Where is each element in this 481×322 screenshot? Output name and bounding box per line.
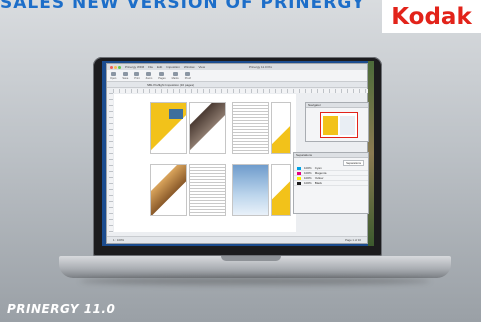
toolbar: Open Save Print Zoom Pages Marks Proof	[107, 70, 367, 82]
imposed-page[interactable]	[271, 102, 291, 154]
separation-name: Yellow	[314, 176, 324, 180]
thumb-page-right	[340, 116, 355, 135]
kodak-logo: Kodak	[382, 0, 481, 33]
toolbar-button[interactable]: Open	[110, 72, 116, 80]
prinergy-window[interactable]: Prinergy WFM File Edit Imposition Window…	[106, 63, 369, 244]
toolbar-button[interactable]: Marks	[172, 72, 179, 80]
document-tab-label: SBL Preflight Imposition (16 pages)	[147, 82, 195, 87]
laptop-shadow	[80, 277, 430, 285]
separation-row[interactable]: 100% Black	[294, 181, 368, 186]
imposition-canvas[interactable]	[114, 94, 296, 232]
separation-name: Magenta	[314, 171, 327, 175]
document-tab[interactable]: SBL Preflight Imposition (16 pages)	[107, 82, 367, 88]
print-icon	[134, 72, 140, 76]
menu-item[interactable]: Edit	[157, 65, 162, 69]
proof-icon	[185, 72, 191, 76]
imposed-page[interactable]	[232, 102, 269, 154]
separation-name: Cyan	[314, 166, 322, 170]
imposed-page[interactable]	[150, 102, 187, 154]
product-caption: PRINERGY 11.0	[7, 302, 116, 316]
navigator-panel-header[interactable]: Navigator	[306, 103, 368, 108]
open-icon	[110, 72, 116, 76]
close-icon[interactable]	[110, 65, 113, 69]
menu-bar: Prinergy WFM File Edit Imposition Window…	[125, 65, 205, 69]
imposed-page[interactable]	[271, 164, 291, 216]
toolbar-button[interactable]: Print	[134, 72, 140, 80]
separations-panel[interactable]: Separations Separations 100% Cyan 100% M…	[293, 152, 369, 214]
imposed-page[interactable]	[189, 164, 226, 216]
marks-icon	[172, 72, 178, 76]
yellow-swatch	[297, 176, 301, 180]
horizontal-ruler	[113, 89, 368, 93]
status-bar: 1 : 100% Page 1 of 16	[107, 236, 367, 243]
navigator-panel-title: Navigator	[308, 103, 321, 107]
separation-value: 100%	[304, 171, 312, 175]
zoom-status: 1 : 100%	[113, 238, 125, 242]
menu-item[interactable]: View	[199, 65, 205, 69]
toolbar-button[interactable]: Proof	[185, 72, 191, 80]
imposed-page[interactable]	[189, 102, 226, 154]
minimize-icon[interactable]	[114, 65, 117, 69]
navigator-panel[interactable]: Navigator	[305, 102, 369, 142]
window-controls[interactable]	[110, 65, 121, 69]
toolbar-button[interactable]: Pages	[158, 72, 166, 80]
menu-item[interactable]: File	[148, 65, 153, 69]
menu-item[interactable]: Prinergy WFM	[125, 65, 144, 69]
separations-panel-title: Separations	[296, 153, 313, 157]
laptop-screen: Prinergy WFM File Edit Imposition Window…	[102, 61, 374, 246]
imposed-page[interactable]	[232, 164, 269, 216]
laptop-notch	[221, 256, 281, 261]
navigator-thumbnail[interactable]	[320, 112, 358, 138]
page-photo	[169, 109, 183, 119]
separation-value: 100%	[304, 166, 312, 170]
black-swatch	[297, 181, 301, 185]
menu-item[interactable]: Window	[184, 65, 195, 69]
banner-headline: SALES NEW VERSION OF PRINERGY	[0, 0, 366, 13]
cyan-swatch	[297, 166, 301, 170]
toolbar-button[interactable]: Save	[122, 72, 128, 80]
menu-item[interactable]: Imposition	[166, 65, 180, 69]
maximize-icon[interactable]	[118, 65, 121, 69]
separation-value: 100%	[304, 176, 312, 180]
separation-value: 100%	[304, 181, 312, 185]
imposed-page[interactable]	[150, 164, 187, 216]
separations-button[interactable]: Separations	[343, 160, 364, 166]
save-icon	[122, 72, 128, 76]
vertical-ruler	[109, 93, 113, 233]
magenta-swatch	[297, 171, 301, 175]
thumb-page-left	[323, 116, 338, 135]
toolbar-button[interactable]: Zoom	[146, 72, 152, 80]
pages-icon	[159, 72, 165, 76]
zoom-icon	[146, 72, 152, 76]
separation-name: Black	[314, 181, 323, 185]
page-status: Page 1 of 16	[345, 238, 361, 242]
window-title: Prinergy 11.0 Pro	[249, 65, 273, 69]
